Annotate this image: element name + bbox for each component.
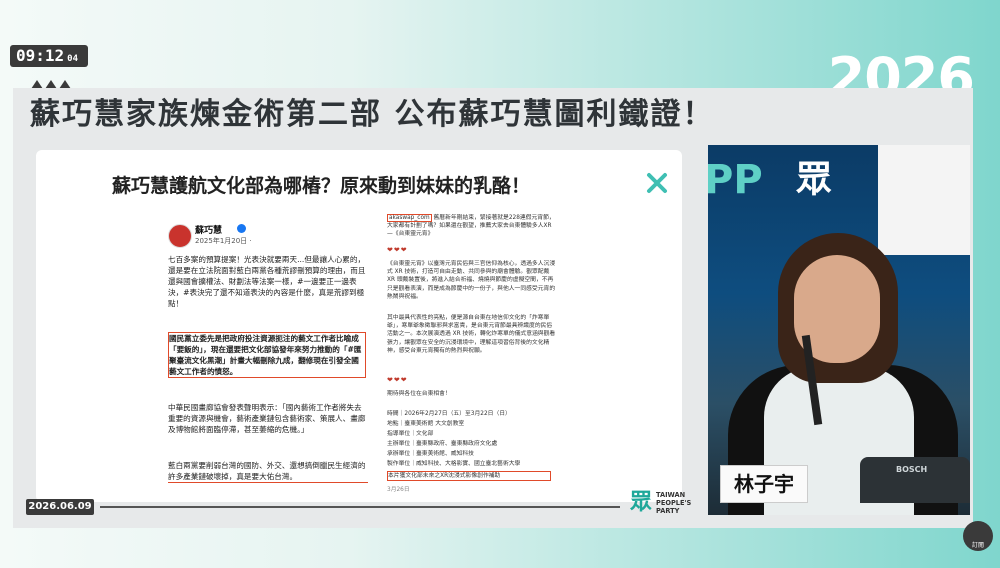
hearts-decoration: ❤❤❤ — [387, 246, 408, 254]
post-author: 蘇巧慧 — [195, 226, 223, 236]
post-paragraph-3: 中華民國畫廊協會發表聲明表示：「國內藝術工作者將失去重要的資源與機會，藝術產業鏈… — [168, 403, 366, 434]
post-paragraph-1: 七百多案的預算提案！光表決就要兩天...但最讓人心累的，還是要在立法院面對藍白兩… — [168, 255, 366, 308]
divider-line — [100, 506, 620, 508]
avatar — [168, 224, 192, 248]
party-name: TAIWAN PEOPLE'S PARTY — [656, 491, 691, 515]
event-link[interactable]: akaswap_com — [387, 214, 432, 222]
broadcast-date: 2026.06.09 — [26, 499, 94, 515]
clock-seconds: 04 — [67, 54, 79, 64]
hearts-decoration-2: ❤❤❤ — [387, 376, 408, 384]
party-name-line-1: TAIWAN — [656, 491, 686, 499]
party-logo: 眾 — [629, 490, 652, 515]
event-organizer: 承辦單位｜臺東美術館、威知科技 — [387, 451, 474, 457]
post-paragraph-4: 藍白兩黨要削弱台灣的國防、外交、還想搞倒臘民生經濟的許多產業鏈破壞掉，真是要大佑… — [168, 460, 368, 483]
headline: 蘇巧慧家族煉金術第二部 公布蘇巧慧圖利鐵證！ — [30, 97, 715, 132]
nameplate: 林子宇 — [720, 465, 808, 503]
close-icon[interactable] — [644, 170, 670, 196]
event-highlight: 本片獲文化部未來之XR沈浸式影像創作補助 — [387, 471, 551, 482]
event-host: 主辦單位｜臺東縣政府、臺東縣政府文化處 — [387, 441, 498, 447]
backdrop-panel — [878, 145, 970, 255]
subscribe-label[interactable]: 訂閱 — [963, 540, 993, 549]
event-guide: 指導單位｜文化部 — [387, 431, 434, 437]
event-venue: 地點｜臺東美術館 大文創教室 — [387, 421, 465, 427]
event-footer: 3月26日 — [387, 487, 410, 493]
facebook-post: 蘇巧慧 2025年1月20日 · 七百多案的預算提案！光表決就要兩天...但最讓… — [160, 216, 372, 502]
evidence-card: 蘇巧慧護航文化部為哪樁？原來動到妹妹的乳酪！ 蘇巧慧 2025年1月20日 · … — [36, 150, 682, 502]
party-name-line-3: PARTY — [656, 507, 680, 515]
clock-time: 09:12 — [16, 46, 65, 65]
mic-brand: BOSCH — [896, 465, 928, 474]
event-cta: 期待與各位在台東相會！ — [387, 391, 451, 397]
card-title: 蘇巧慧護航文化部為哪樁？原來動到妹妹的乳酪！ — [111, 175, 530, 197]
event-desc-1: 《台東靈元宵》以臺灣元宵民俗與三官信仰為核心，透過多人沉浸式 XR 技術，打造可… — [387, 261, 556, 300]
event-schedule: 時間｜2026年2月27日（五）至3月22日（日） — [387, 411, 511, 417]
mic-base — [860, 457, 970, 503]
party-name-line-2: PEOPLE'S — [656, 499, 692, 507]
post-paragraph-2: 國民黨立委先是把政府投注資源扼注的藝文工作者比喻成「要飯的」，現在還要把文化部協… — [168, 332, 366, 378]
verified-badge-icon — [237, 224, 246, 233]
event-intro-block: akaswap_com 舊曆新年剛結束，緊接著就是228連假元宵節，大家都有計劃… — [387, 214, 557, 239]
post-date: 2025年1月20日 · — [195, 237, 252, 245]
speaker-photo: PP 眾 BOSCH 林子宇 — [708, 145, 970, 515]
event-post: akaswap_com 舊曆新年剛結束，緊接著就是228連假元宵節，大家都有計劃… — [383, 210, 558, 502]
backdrop-text-party: 眾 — [796, 159, 833, 200]
timestamp-clock: 09:12 04 — [10, 45, 88, 67]
backdrop-text-pp: PP — [708, 157, 763, 203]
event-desc-2: 其中最具代表性的亮點，便是源自台東在地信仰文化的「炸寒單爺」，寒單爺象徵聯邪與求… — [387, 315, 556, 354]
event-producer: 製作單位｜威知科技、大格影實、國立臺北藝術大學 — [387, 461, 521, 467]
